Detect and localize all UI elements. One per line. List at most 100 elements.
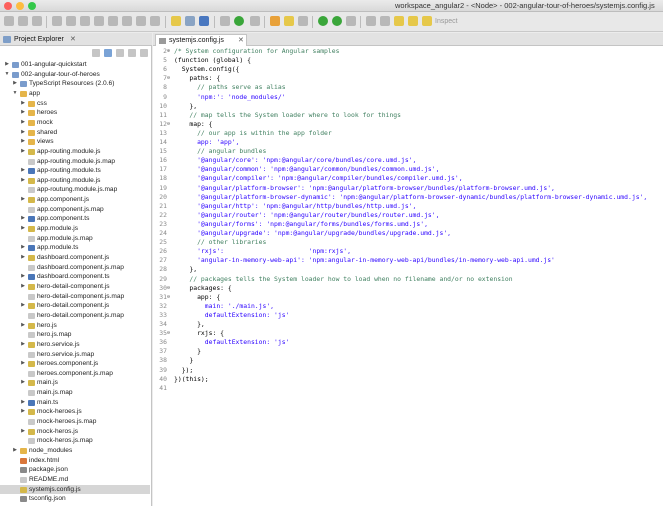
- tree-item[interactable]: ▶ app.component.ts: [0, 214, 150, 224]
- maximize-icon[interactable]: [140, 49, 148, 57]
- chevron-right-icon[interactable]: ▶: [20, 301, 26, 311]
- fold-toggle-icon[interactable]: ⊖: [167, 120, 173, 129]
- debug-step-icon[interactable]: [66, 16, 76, 26]
- tree-item[interactable]: ▶ mock-heros.js: [0, 427, 150, 437]
- terminate-icon[interactable]: [108, 16, 118, 26]
- tree-item[interactable]: ▶ app-routing.module.js: [0, 147, 150, 157]
- tree-item[interactable]: package.json: [0, 465, 150, 475]
- chevron-right-icon[interactable]: ▶: [20, 118, 26, 128]
- chevron-right-icon[interactable]: ▶: [20, 137, 26, 147]
- tree-item[interactable]: systemjs.config.js: [0, 484, 150, 495]
- inspect-button[interactable]: Inspect: [435, 18, 458, 25]
- chevron-right-icon[interactable]: ▶: [20, 398, 26, 408]
- link-with-editor-icon[interactable]: [104, 49, 112, 57]
- stop-icon[interactable]: [346, 16, 356, 26]
- chevron-down-icon[interactable]: ▼: [12, 89, 18, 99]
- chevron-right-icon[interactable]: ▶: [20, 214, 26, 224]
- tree-item[interactable]: ▶ app.component.js: [0, 195, 150, 205]
- fold-toggle-icon[interactable]: ⊕: [167, 47, 173, 56]
- close-icon[interactable]: ✕: [238, 36, 244, 44]
- tree-item[interactable]: ▶ mock: [0, 118, 150, 128]
- chevron-down-icon[interactable]: ▼: [4, 70, 10, 80]
- tree-item[interactable]: ▼ 002-angular-tour-of-heroes: [0, 70, 150, 80]
- tree-item[interactable]: ▶ TypeScript Resources (2.0.6): [0, 79, 150, 89]
- chevron-right-icon[interactable]: ▶: [20, 224, 26, 234]
- chevron-right-icon[interactable]: ▶: [12, 79, 18, 89]
- close-window-button[interactable]: [4, 2, 12, 10]
- profile-icon[interactable]: [332, 16, 342, 26]
- toggle-mark-occurrences-icon[interactable]: [171, 16, 181, 26]
- tree-item[interactable]: ▶ app.module.ts: [0, 243, 150, 253]
- start-server-icon[interactable]: [318, 16, 328, 26]
- maximize-window-button[interactable]: [28, 2, 36, 10]
- tree-item[interactable]: ▶ node_modules: [0, 446, 150, 456]
- tree-item[interactable]: ▶ heroes: [0, 108, 150, 118]
- fold-toggle-icon[interactable]: ⊖: [167, 284, 173, 293]
- tree-item[interactable]: ▶ heroes.component.js: [0, 359, 150, 369]
- tree-item[interactable]: app-routing.module.js.map: [0, 157, 150, 167]
- step-into-icon[interactable]: [122, 16, 132, 26]
- tree-item[interactable]: ▶ app.module.js: [0, 224, 150, 234]
- chevron-right-icon[interactable]: ▶: [20, 128, 26, 138]
- chevron-right-icon[interactable]: ▶: [20, 253, 26, 263]
- editor-tab-systemjs-config[interactable]: systemjs.config.js ✕: [155, 34, 247, 46]
- save-all-icon[interactable]: [32, 16, 42, 26]
- tree-item[interactable]: index.html: [0, 456, 150, 466]
- tree-item[interactable]: ▶ views: [0, 137, 150, 147]
- print-icon[interactable]: [52, 16, 62, 26]
- resume-icon[interactable]: [80, 16, 90, 26]
- tree-item[interactable]: app.component.js.map: [0, 205, 150, 215]
- tree-item[interactable]: ▶ app-routing.module.js: [0, 176, 150, 186]
- next-annotation-icon[interactable]: [366, 16, 376, 26]
- chevron-right-icon[interactable]: ▶: [20, 359, 26, 369]
- step-over-icon[interactable]: [136, 16, 146, 26]
- tree-item[interactable]: ▶ hero.js: [0, 321, 150, 331]
- tree-item[interactable]: heroes.component.js.map: [0, 369, 150, 379]
- tree-item[interactable]: ▶ main.ts: [0, 398, 150, 408]
- tree-item[interactable]: ▶ shared: [0, 128, 150, 138]
- close-icon[interactable]: ✕: [70, 35, 76, 43]
- back-icon[interactable]: [408, 16, 418, 26]
- suspend-icon[interactable]: [94, 16, 104, 26]
- new-icon[interactable]: [4, 16, 14, 26]
- tree-item[interactable]: ▶ dashboard.component.js: [0, 253, 150, 263]
- open-type-icon[interactable]: [185, 16, 195, 26]
- project-explorer-tab[interactable]: Project Explorer ✕: [0, 33, 152, 46]
- open-folder-icon[interactable]: [270, 16, 280, 26]
- tree-item[interactable]: hero.js.map: [0, 330, 150, 340]
- chevron-right-icon[interactable]: ▶: [20, 407, 26, 417]
- last-edit-icon[interactable]: [394, 16, 404, 26]
- chevron-right-icon[interactable]: ▶: [20, 272, 26, 282]
- minimize-window-button[interactable]: [16, 2, 24, 10]
- fold-toggle-icon[interactable]: ⊖: [167, 329, 173, 338]
- tree-item[interactable]: ▶ dashboard.component.ts: [0, 272, 150, 282]
- tree-item[interactable]: mock-heroes.js.map: [0, 417, 150, 427]
- tree-item[interactable]: ▼ app: [0, 89, 150, 99]
- tree-item[interactable]: ▶ hero-detail.component.js: [0, 301, 150, 311]
- step-return-icon[interactable]: [150, 16, 160, 26]
- tree-item[interactable]: ▶ app-routing.module.ts: [0, 166, 150, 176]
- tree-item[interactable]: ▶ main.js: [0, 378, 150, 388]
- chevron-right-icon[interactable]: ▶: [20, 99, 26, 109]
- tree-item[interactable]: README.md: [0, 475, 150, 485]
- new-wizard-icon[interactable]: [284, 16, 294, 26]
- tree-item[interactable]: hero-detail-component.js.map: [0, 292, 150, 302]
- chevron-right-icon[interactable]: ▶: [20, 195, 26, 205]
- chevron-right-icon[interactable]: ▶: [20, 340, 26, 350]
- run-icon[interactable]: [234, 16, 244, 26]
- chevron-right-icon[interactable]: ▶: [20, 243, 26, 253]
- minimize-icon[interactable]: [128, 49, 136, 57]
- debug-icon[interactable]: [220, 16, 230, 26]
- tree-item[interactable]: dashboard.component.js.map: [0, 263, 150, 273]
- collapse-all-icon[interactable]: [92, 49, 100, 57]
- tree-item[interactable]: app-routung.module.js.map: [0, 185, 150, 195]
- chevron-right-icon[interactable]: ▶: [20, 166, 26, 176]
- tree-item[interactable]: tsconfig.json: [0, 494, 150, 504]
- tree-item[interactable]: mock-heros.js.map: [0, 436, 150, 446]
- tree-item[interactable]: hero-detail.component.js.map: [0, 311, 150, 321]
- chevron-right-icon[interactable]: ▶: [20, 378, 26, 388]
- chevron-right-icon[interactable]: ▶: [4, 60, 10, 70]
- chevron-right-icon[interactable]: ▶: [12, 446, 18, 456]
- fold-toggle-icon[interactable]: ⊖: [167, 74, 173, 83]
- tree-item[interactable]: ▶ 001-angular-quickstart: [0, 60, 150, 70]
